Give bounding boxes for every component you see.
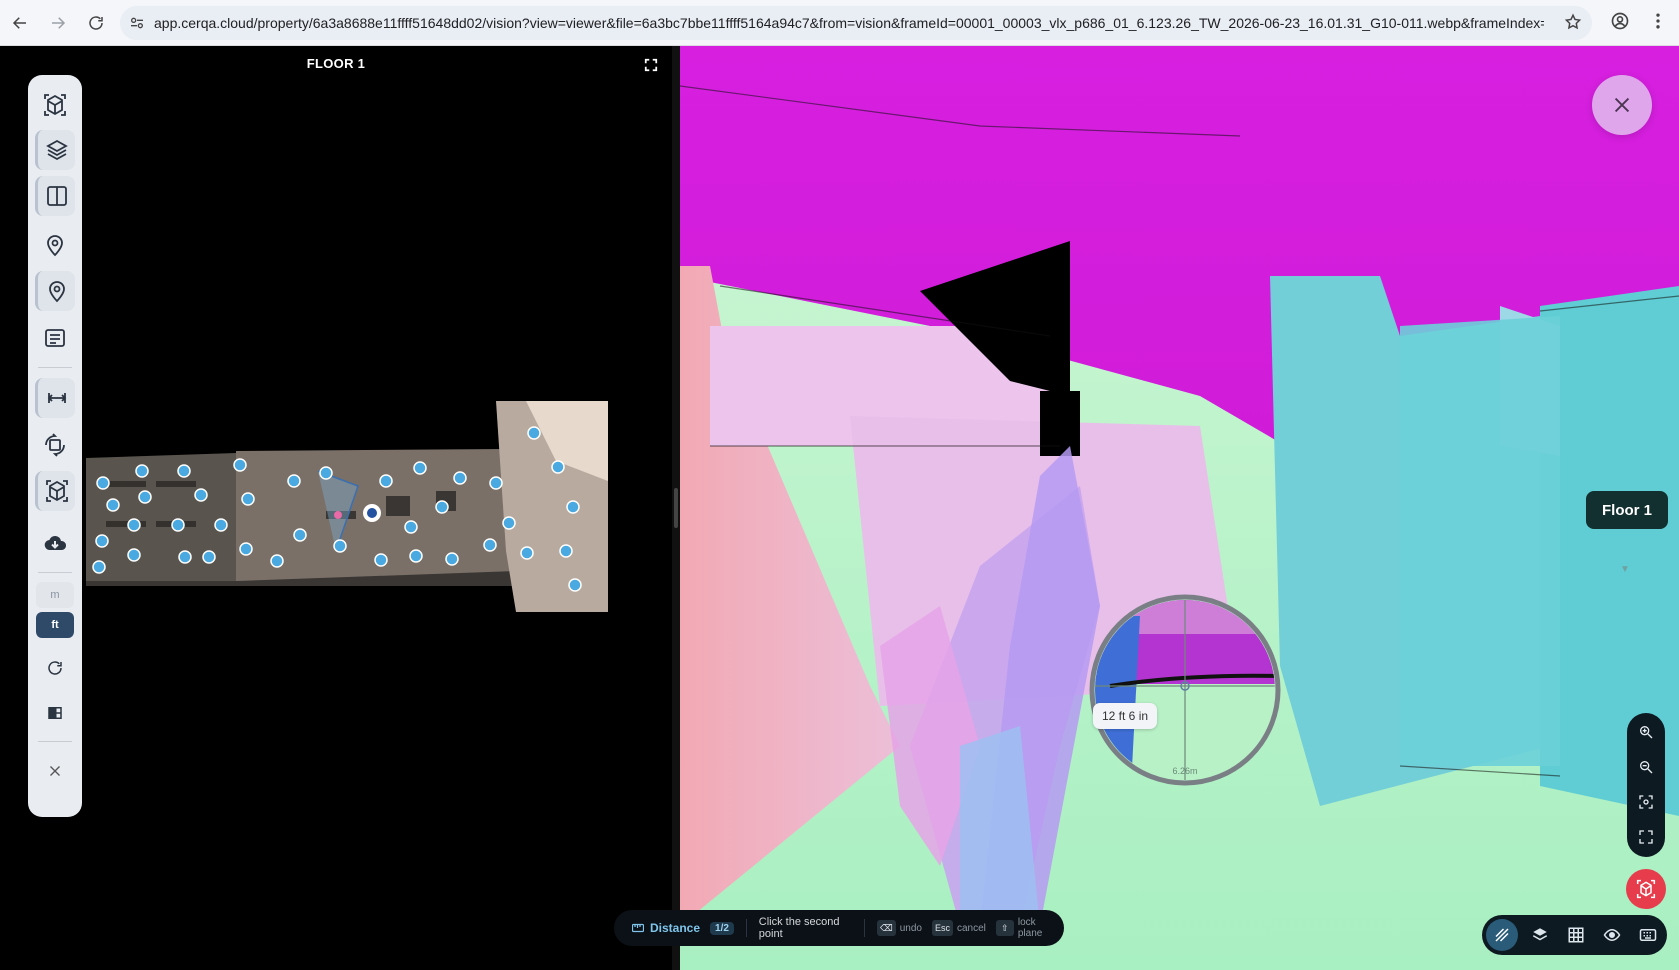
measure-instruction: Click the second point bbox=[758, 916, 840, 940]
point-cloud-scene[interactable]: 6.26m bbox=[680, 46, 1679, 970]
undo-shortcut: ⌫ undo bbox=[876, 920, 922, 936]
forward-icon[interactable] bbox=[40, 5, 76, 41]
lock-plane-label: lock plane bbox=[1017, 917, 1043, 939]
reset-button[interactable] bbox=[35, 648, 75, 688]
hint-divider bbox=[864, 919, 865, 937]
normals-mode-button[interactable] bbox=[1486, 919, 1518, 951]
floor-selector[interactable]: Floor 1 bbox=[1586, 491, 1668, 529]
ruler-icon bbox=[632, 923, 644, 933]
cube-icon bbox=[45, 480, 68, 502]
notes-button[interactable] bbox=[35, 318, 75, 358]
layers-mode-button[interactable] bbox=[1522, 919, 1558, 951]
cloud-download-icon bbox=[44, 535, 67, 551]
cancel-shortcut: Esc cancel bbox=[931, 920, 986, 936]
keyboard-button[interactable] bbox=[1630, 919, 1666, 951]
visibility-button[interactable] bbox=[1594, 919, 1630, 951]
hatch-icon bbox=[1495, 928, 1509, 942]
close-icon bbox=[1614, 97, 1630, 113]
contrast-button[interactable] bbox=[35, 693, 75, 733]
eye-icon bbox=[1603, 928, 1621, 942]
close-toolbar-button[interactable] bbox=[35, 751, 75, 791]
unit-feet-button[interactable]: ft bbox=[36, 612, 74, 638]
undo-label: undo bbox=[899, 922, 922, 934]
pin-group-button[interactable] bbox=[35, 271, 75, 311]
distance-tool-button[interactable] bbox=[35, 378, 75, 418]
keyboard-icon bbox=[1639, 929, 1657, 941]
reload-icon[interactable] bbox=[78, 5, 114, 41]
cube-view-button[interactable] bbox=[35, 85, 75, 125]
zoom-controls bbox=[1627, 713, 1665, 857]
cloud-download-button[interactable] bbox=[35, 524, 75, 564]
zoom-out-icon bbox=[1640, 761, 1653, 774]
cube-icon bbox=[44, 94, 66, 116]
chevron-down-icon[interactable]: ▼ bbox=[1620, 564, 1630, 575]
ruler-icon bbox=[47, 393, 66, 403]
zoom-in-button[interactable] bbox=[1631, 717, 1661, 747]
profile-icon[interactable] bbox=[1610, 11, 1630, 36]
lock-plane-shortcut: ⇧ lock plane bbox=[995, 917, 1054, 939]
rotate-tool-button[interactable] bbox=[35, 425, 75, 465]
close-viewer-button[interactable] bbox=[1592, 75, 1652, 135]
layers-icon bbox=[1532, 928, 1548, 941]
cube-tool-button[interactable] bbox=[35, 471, 75, 511]
close-icon bbox=[50, 766, 60, 776]
fullscreen-icon bbox=[1639, 830, 1653, 844]
contrast-icon bbox=[48, 707, 62, 719]
zoom-out-button[interactable] bbox=[1631, 752, 1661, 782]
panel-splitter[interactable] bbox=[672, 46, 680, 970]
pin-button[interactable] bbox=[35, 225, 75, 265]
zoom-in-icon bbox=[1640, 726, 1653, 739]
floorplan-map[interactable] bbox=[86, 401, 608, 612]
rotate-icon bbox=[45, 433, 65, 457]
cancel-label: cancel bbox=[956, 922, 986, 934]
undo-key: ⌫ bbox=[876, 920, 896, 936]
hint-divider bbox=[745, 919, 747, 937]
view-mode-bar bbox=[1482, 915, 1667, 955]
refresh-icon bbox=[48, 661, 62, 675]
split-view-button[interactable] bbox=[35, 176, 75, 216]
measure-mode-label: Distance bbox=[650, 921, 701, 935]
grid-icon bbox=[1568, 927, 1584, 943]
expand-icon[interactable] bbox=[644, 58, 660, 74]
layers-icon bbox=[45, 139, 68, 161]
3d-viewer[interactable]: 6.26m Floor 1 ▼ 12 ft 6 in bbox=[680, 46, 1679, 970]
toolbar-divider bbox=[38, 741, 72, 742]
splitter-grip[interactable] bbox=[674, 488, 678, 528]
focus-button[interactable] bbox=[1631, 787, 1661, 817]
map-pin-icon bbox=[47, 235, 63, 257]
kebab-menu-icon[interactable] bbox=[1648, 11, 1668, 36]
bookmark-star-icon[interactable] bbox=[1564, 13, 1582, 36]
focus-icon bbox=[1639, 795, 1653, 809]
map-pin-icon bbox=[48, 281, 65, 303]
back-icon[interactable] bbox=[2, 5, 38, 41]
floor-title: FLOOR 1 bbox=[306, 56, 366, 71]
toolbar-divider bbox=[38, 367, 72, 368]
toolbar-divider bbox=[38, 572, 72, 573]
loupe-scale: 6.26m bbox=[1172, 766, 1197, 776]
split-view-icon bbox=[46, 186, 67, 206]
notes-icon bbox=[45, 329, 65, 347]
address-bar[interactable]: app.cerqa.cloud/property/6a3a8688e11ffff… bbox=[120, 6, 1592, 40]
browser-toolbar: app.cerqa.cloud/property/6a3a8688e11ffff… bbox=[0, 0, 1679, 46]
measure-step-badge: 1/2 bbox=[710, 921, 734, 935]
fullscreen-button[interactable] bbox=[1631, 822, 1661, 852]
lock-plane-key: ⇧ bbox=[995, 920, 1014, 936]
grid-mode-button[interactable] bbox=[1558, 919, 1594, 951]
capture-button[interactable] bbox=[1626, 869, 1666, 909]
site-settings-icon[interactable] bbox=[120, 6, 154, 40]
url-text[interactable]: app.cerqa.cloud/property/6a3a8688e11ffff… bbox=[154, 15, 1544, 31]
unit-meters-button[interactable]: m bbox=[36, 582, 74, 608]
layers-button[interactable] bbox=[35, 130, 75, 170]
measurement-label: 12 ft 6 in bbox=[1093, 703, 1158, 729]
measure-hint-bar: Distance 1/2 Click the second point ⌫ und… bbox=[614, 910, 1064, 946]
measure-mode: Distance 1/2 bbox=[632, 921, 734, 935]
cancel-key: Esc bbox=[931, 920, 953, 936]
tool-sidebar: m ft bbox=[28, 75, 82, 817]
cube-icon bbox=[1636, 879, 1656, 899]
